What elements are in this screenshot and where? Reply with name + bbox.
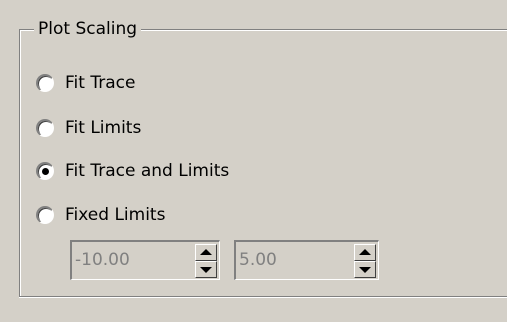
radio-button-circle[interactable]: [36, 74, 54, 92]
max-limit-spin-buttons: [354, 244, 376, 278]
radio-selected-dot: [41, 167, 49, 175]
radio-label-fit-trace: Fit Trace: [65, 73, 136, 93]
max-limit-decrement-button[interactable]: [354, 261, 376, 278]
max-limit-value[interactable]: 5.00: [239, 249, 277, 271]
min-limit-value[interactable]: -10.00: [75, 249, 130, 271]
radio-fit-trace[interactable]: Fit Trace: [36, 70, 135, 96]
radio-button-circle[interactable]: [36, 162, 54, 180]
plot-scaling-title: Plot Scaling: [34, 18, 142, 40]
radio-fixed-limits[interactable]: Fixed Limits: [36, 202, 165, 228]
triangle-up-icon: [359, 249, 371, 255]
min-limit-decrement-button[interactable]: [195, 261, 217, 278]
radio-fit-trace-and-limits[interactable]: Fit Trace and Limits: [36, 158, 229, 184]
radio-button-circle[interactable]: [36, 119, 54, 137]
min-limit-increment-button[interactable]: [195, 244, 217, 261]
triangle-up-icon: [200, 249, 212, 255]
max-limit-increment-button[interactable]: [354, 244, 376, 261]
radio-fit-limits[interactable]: Fit Limits: [36, 115, 141, 141]
radio-label-fixed-limits: Fixed Limits: [65, 205, 166, 225]
radio-button-circle[interactable]: [36, 206, 54, 224]
radio-label-fit-limits: Fit Limits: [65, 118, 142, 138]
max-limit-spinbox[interactable]: 5.00: [234, 240, 379, 280]
min-limit-spinbox[interactable]: -10.00: [70, 240, 220, 280]
triangle-down-icon: [200, 267, 212, 273]
triangle-down-icon: [359, 267, 371, 273]
radio-label-fit-trace-and-limits: Fit Trace and Limits: [65, 161, 230, 181]
min-limit-spin-buttons: [195, 244, 217, 278]
